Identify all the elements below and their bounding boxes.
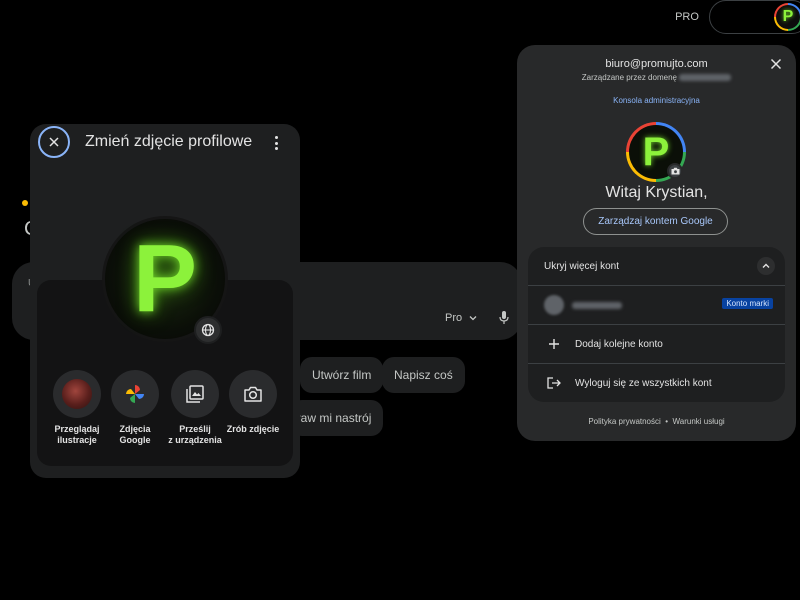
chevron-down-icon <box>469 316 477 321</box>
footer-separator: • <box>665 417 669 426</box>
close-button[interactable] <box>38 126 70 158</box>
avatar-letter: P <box>132 225 198 332</box>
camera-icon <box>229 370 277 418</box>
pro-badge[interactable]: PRO <box>670 6 704 28</box>
greeting: Witaj Krystian, <box>605 184 708 201</box>
mode-label: Pro <box>445 312 463 324</box>
add-account-label: Dodaj kolejne konto <box>575 338 663 350</box>
close-icon[interactable] <box>769 57 783 71</box>
option-label: Przeglądaj ilustracje <box>54 424 100 445</box>
option-label: Zrób zdjęcie <box>226 424 280 434</box>
managed-by-domain: Zarządzane przez domenę <box>517 73 796 82</box>
chip-mood[interactable]: praw mi nastrój <box>290 400 384 436</box>
visibility-globe-icon[interactable] <box>194 316 222 344</box>
mode-selector[interactable]: Pro <box>445 312 478 324</box>
close-icon <box>49 137 59 147</box>
account-item[interactable]: Konto marki <box>528 286 785 324</box>
add-account-button[interactable]: Dodaj kolejne konto <box>528 325 785 363</box>
logout-all-button[interactable]: Wyloguj się ze wszystkich kont <box>528 364 785 402</box>
terms-of-service-link[interactable]: Warunki usługi <box>673 417 725 426</box>
hide-accounts-label: Ukryj więcej kont <box>544 260 620 272</box>
account-panel: biuro@promujto.com Zarządzane przez dome… <box>517 45 796 441</box>
chip-create-video[interactable]: Utwórz film <box>300 357 384 393</box>
take-photo-option[interactable]: Zrób zdjęcie <box>223 370 283 435</box>
manage-google-account-button[interactable]: Zarządzaj kontem Google <box>583 208 728 235</box>
google-photos-option[interactable]: Zdjęcia Google <box>105 370 165 446</box>
hide-accounts-toggle[interactable]: Ukryj więcej kont <box>528 247 785 285</box>
privacy-policy-link[interactable]: Polityka prywatności <box>588 417 660 426</box>
logout-icon <box>546 375 562 391</box>
option-label: Prześlij z urządzenia <box>168 424 222 445</box>
plus-icon <box>546 336 562 352</box>
chevron-up-icon <box>757 257 775 275</box>
microphone-icon[interactable] <box>498 310 510 326</box>
upload-from-device-option[interactable]: Prześlij z urządzenia <box>165 370 225 446</box>
dialog-title: Zmień zdjęcie profilowe <box>85 133 253 150</box>
change-profile-photo-dialog: Zmień zdjęcie profilowe Przeglądaj ilust… <box>30 124 300 478</box>
illustration-icon <box>53 370 101 418</box>
camera-icon[interactable] <box>667 163 683 179</box>
redacted-domain <box>679 74 732 82</box>
browse-illustrations-option[interactable]: Przeglądaj ilustracje <box>47 370 107 446</box>
accounts-list: Ukryj więcej kont Konto marki Dodaj kole… <box>528 247 785 402</box>
option-label: Zdjęcia Google <box>119 424 151 445</box>
account-email: biuro@promujto.com <box>605 58 708 70</box>
chip-write-something[interactable]: Napisz coś <box>382 357 465 393</box>
more-options-icon[interactable] <box>270 134 282 152</box>
redacted-account-name <box>572 301 622 309</box>
logout-all-label: Wyloguj się ze wszystkich kont <box>575 377 712 389</box>
avatar <box>544 295 564 315</box>
managed-by-label: Zarządzane przez domenę <box>581 73 677 82</box>
admin-console-link[interactable]: Konsola administracyjna <box>517 96 796 105</box>
avatar-letter: P <box>776 5 800 29</box>
brand-account-badge: Konto marki <box>722 298 773 309</box>
sparkle-icon <box>22 200 28 206</box>
footer-links: Polityka prywatności • Warunki usługi <box>517 417 796 426</box>
account-avatar-button[interactable]: P <box>774 3 800 31</box>
upload-photos-icon <box>171 370 219 418</box>
google-photos-icon <box>111 370 159 418</box>
